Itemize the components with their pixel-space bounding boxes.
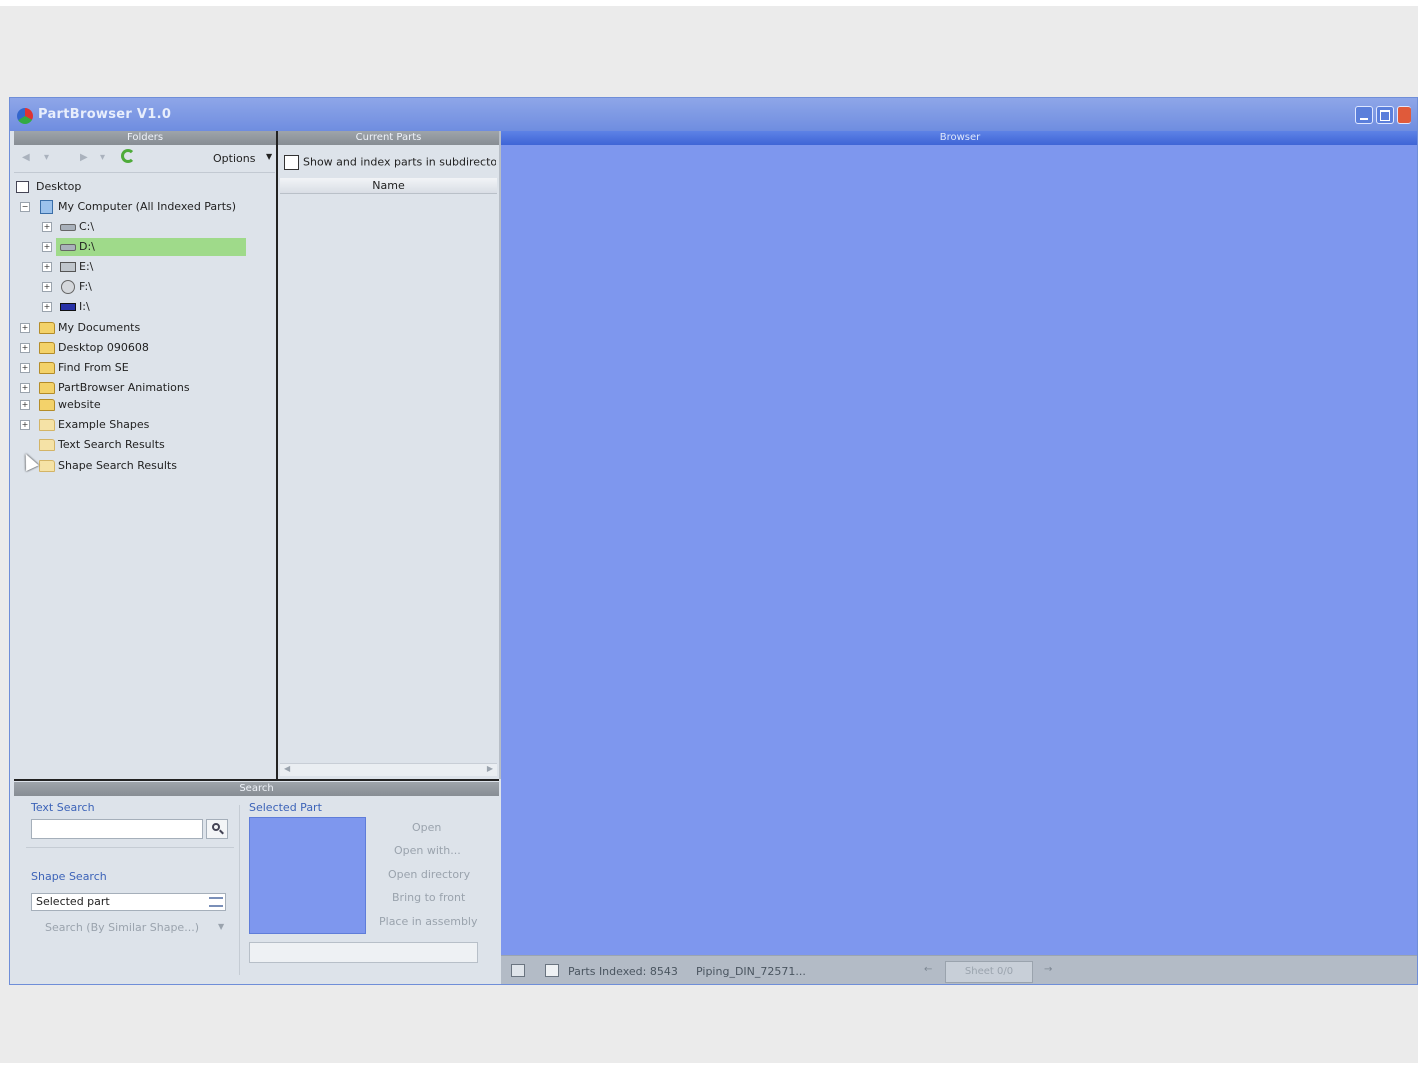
app-window: PartBrowser V1.0 Folders ◀ ▾ ▶ ▾ Options… — [9, 97, 1418, 985]
dvd-drive-icon — [60, 262, 76, 272]
expand-icon[interactable]: + — [20, 383, 30, 393]
search-icon-handle — [219, 829, 224, 835]
search-similar-button[interactable]: Search (By Similar Shape...) — [45, 921, 199, 934]
folders-panel-header: Folders — [14, 131, 276, 145]
minimize-button[interactable] — [1355, 106, 1373, 124]
folder-icon — [39, 342, 55, 354]
current-part-text: Piping_DIN_72571... — [696, 965, 806, 978]
folders-parts-splitter[interactable] — [276, 131, 278, 779]
tree-item-drive-d[interactable]: D:\ — [56, 238, 246, 256]
text-search-button[interactable] — [206, 819, 228, 839]
network-drive-icon — [61, 280, 75, 294]
search-similar-caret-icon[interactable]: ▼ — [218, 922, 224, 931]
shape-search-value: Selected part — [36, 895, 110, 908]
show-subdirectories-option[interactable]: Show and index parts in subdirectori — [284, 155, 496, 170]
expand-icon[interactable]: + — [20, 363, 30, 373]
expand-icon[interactable]: + — [42, 222, 52, 232]
place-in-assembly-action[interactable]: Place in assembly — [379, 915, 478, 928]
desktop-icon — [16, 181, 29, 193]
bottom-strip — [0, 1063, 1418, 1071]
refresh-icon[interactable] — [121, 149, 135, 163]
parts-horizontal-scrollbar[interactable]: ◀ ▶ — [280, 763, 497, 776]
divider — [239, 805, 240, 975]
open-action[interactable]: Open — [412, 821, 441, 834]
top-strip — [0, 0, 1418, 6]
back-arrow-icon[interactable]: ◀ — [22, 152, 30, 163]
window-title: PartBrowser V1.0 — [38, 107, 172, 122]
drive-icon — [60, 224, 76, 231]
sheet-button[interactable]: Sheet 0/0 — [945, 961, 1033, 983]
computer-icon — [40, 200, 53, 214]
browser-viewport[interactable] — [501, 145, 1417, 955]
folders-toolbar: ◀ ▾ ▶ ▾ Options ▼ — [14, 146, 275, 173]
open-directory-action[interactable]: Open directory — [388, 868, 470, 881]
expand-icon[interactable]: + — [20, 323, 30, 333]
forward-dropdown-icon[interactable]: ▾ — [100, 152, 105, 163]
selected-part-preview[interactable] — [249, 817, 366, 934]
shape-search-select[interactable]: Selected part — [31, 893, 226, 911]
text-search-input[interactable] — [31, 819, 203, 839]
expand-icon[interactable]: + — [42, 302, 52, 312]
expand-icon[interactable]: + — [42, 242, 52, 252]
scroll-right-icon[interactable]: ▶ — [487, 764, 493, 773]
grid-view-icon[interactable] — [511, 964, 525, 977]
maximize-button[interactable] — [1376, 106, 1394, 124]
play-icon[interactable] — [545, 964, 559, 977]
folder-icon — [39, 322, 55, 334]
back-dropdown-icon[interactable]: ▾ — [44, 152, 49, 163]
status-bar: Parts Indexed: 8543 Piping_DIN_72571... … — [501, 955, 1417, 984]
shape-search-label: Shape Search — [31, 870, 107, 883]
folder-icon — [39, 362, 55, 374]
show-subdirectories-label: Show and index parts in subdirectori — [303, 155, 496, 169]
current-parts-panel-header: Current Parts — [278, 131, 499, 145]
name-column-header[interactable]: Name — [280, 178, 497, 194]
options-caret-icon[interactable]: ▼ — [266, 152, 272, 161]
folder-icon — [39, 439, 55, 451]
close-button[interactable] — [1397, 106, 1411, 124]
search-panel-header: Search — [14, 782, 499, 796]
previous-sheet-icon[interactable]: ← — [924, 964, 932, 975]
open-with-action[interactable]: Open with... — [394, 844, 461, 857]
selected-part-label: Selected Part — [249, 801, 322, 814]
title-bar[interactable]: PartBrowser V1.0 — [10, 98, 1417, 131]
folder-icon — [39, 399, 55, 411]
list-icon[interactable] — [209, 897, 223, 907]
bring-to-front-action[interactable]: Bring to front — [392, 891, 465, 904]
divider — [26, 847, 234, 848]
horizontal-splitter[interactable] — [14, 779, 499, 781]
parts-list[interactable] — [280, 194, 497, 764]
selected-part-path-field[interactable] — [249, 942, 478, 963]
expand-icon[interactable]: + — [20, 343, 30, 353]
app-logo-icon — [17, 108, 33, 124]
text-search-label: Text Search — [31, 801, 95, 814]
forward-arrow-icon[interactable]: ▶ — [80, 152, 88, 163]
show-subdirectories-checkbox[interactable] — [284, 155, 299, 170]
expand-icon[interactable]: + — [20, 400, 30, 410]
folder-icon — [39, 382, 55, 394]
next-sheet-icon[interactable]: → — [1044, 964, 1052, 975]
scroll-left-icon[interactable]: ◀ — [284, 764, 290, 773]
browser-panel-header: Browser — [501, 131, 1417, 145]
expand-icon[interactable]: + — [42, 282, 52, 292]
folder-icon — [39, 460, 55, 472]
usb-drive-icon — [60, 303, 76, 311]
expand-icon[interactable]: + — [20, 420, 30, 430]
expand-icon[interactable]: + — [42, 262, 52, 272]
options-button[interactable]: Options — [213, 152, 255, 165]
drive-icon — [60, 244, 76, 251]
collapse-icon[interactable]: − — [20, 202, 30, 212]
search-panel: Text Search Shape Search Selected part S… — [14, 797, 499, 983]
folder-tree: Desktop − My Computer (All Indexed Parts… — [14, 178, 276, 778]
parts-indexed-text: Parts Indexed: 8543 — [568, 965, 678, 978]
folder-icon — [39, 419, 55, 431]
